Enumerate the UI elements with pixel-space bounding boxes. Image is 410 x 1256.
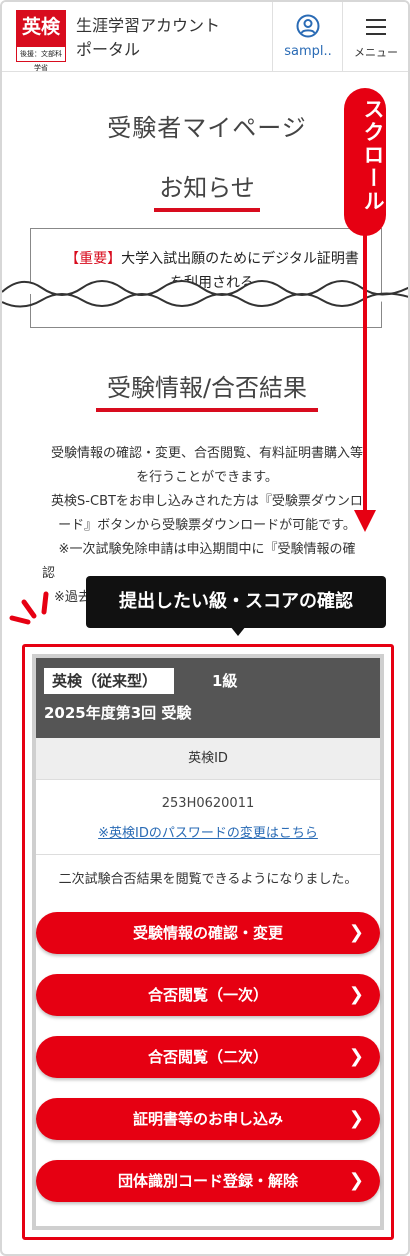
divider xyxy=(36,854,380,855)
exam-result-card: 英検（従来型） 1級 2025年度第3回 受験 英検ID 253H0620011… xyxy=(32,654,384,1230)
scroll-down-arrow-icon xyxy=(354,232,376,532)
certificate-application-button[interactable]: 証明書等のお申し込み ❯ xyxy=(36,1098,380,1140)
group-code-button[interactable]: 団体識別コード登録・解除 ❯ xyxy=(36,1160,380,1202)
torn-edge-divider xyxy=(2,280,408,308)
logo-subtext: 後援：文部科学省 xyxy=(16,46,66,72)
eiken-logo[interactable]: 英検 後援：文部科学省 xyxy=(16,10,66,72)
app-title-line2: ポータル xyxy=(76,40,141,59)
emphasis-burst-icon xyxy=(9,591,49,625)
exam-info-underline xyxy=(96,408,318,412)
button-label: 受験情報の確認・変更 xyxy=(132,924,283,942)
button-label: 合否閲覧（一次） xyxy=(147,986,268,1004)
chevron-right-icon: ❯ xyxy=(348,1170,364,1191)
chevron-right-icon: ❯ xyxy=(348,984,364,1005)
result-message: 二次試験合否結果を閲覧できるようになりました。 xyxy=(58,872,358,887)
button-label: 証明書等のお申し込み xyxy=(132,1110,283,1128)
exam-type-badge: 英検（従来型） xyxy=(44,668,174,694)
menu-button[interactable]: メニュー xyxy=(342,2,408,72)
user-account-button[interactable]: sampl.. xyxy=(272,2,342,72)
desc-line: ※一次試験免除申請は申込期間中に『受験情報の確 xyxy=(58,542,356,557)
user-icon xyxy=(296,14,320,38)
chevron-right-icon: ❯ xyxy=(348,922,364,943)
exam-session: 2025年度第3回 受験 xyxy=(44,704,192,722)
app-title-line1: 生涯学習アカウント xyxy=(76,16,221,35)
site-header: 英検 後援：文部科学省 生涯学習アカウント ポータル sampl.. メニュー xyxy=(2,2,408,72)
page-frame: 英検 後援：文部科学省 生涯学習アカウント ポータル sampl.. メニュー … xyxy=(0,0,410,1256)
chevron-right-icon: ❯ xyxy=(348,1046,364,1067)
user-name-label: sampl.. xyxy=(284,44,332,59)
hamburger-icon xyxy=(366,19,386,35)
button-label: 団体識別コード登録・解除 xyxy=(117,1172,298,1190)
button-label: 合否閲覧（二次） xyxy=(147,1048,268,1066)
eiken-id-label: 英検ID xyxy=(36,738,380,780)
callout-tail xyxy=(230,626,246,636)
first-stage-result-button[interactable]: 合否閲覧（一次） ❯ xyxy=(36,974,380,1016)
eiken-id-value: 253H0620011 xyxy=(161,796,255,811)
desc-line: を行うことができます。 xyxy=(136,470,278,485)
notices-underline xyxy=(154,208,260,212)
menu-label: メニュー xyxy=(354,46,398,59)
password-change-link[interactable]: ※英検IDのパスワードの変更はこちら xyxy=(36,822,380,841)
desc-line: 受験情報の確認・変更、合否閲覧、有料証明書購入等 xyxy=(50,446,363,461)
exam-grade: 1級 xyxy=(212,672,238,690)
exam-info-confirm-button[interactable]: 受験情報の確認・変更 ❯ xyxy=(36,912,380,954)
desc-line: 英検S-CBTをお申し込みされた方は『受験票ダウンロ xyxy=(51,494,363,509)
callout-tooltip: 提出したい級・スコアの確認 xyxy=(86,576,386,628)
exam-info-heading: 受験情報/合否結果 xyxy=(106,374,308,402)
scroll-label: スクロール xyxy=(361,98,385,213)
app-title: 生涯学習アカウント ポータル xyxy=(76,14,266,62)
second-stage-result-button[interactable]: 合否閲覧（二次） ❯ xyxy=(36,1036,380,1078)
logo-mark: 英検 xyxy=(21,16,60,38)
card-header: 英検（従来型） 1級 2025年度第3回 受験 xyxy=(36,658,380,738)
desc-line: ード』ボタンから受験票ダウンロードが可能です。 xyxy=(58,518,356,533)
chevron-right-icon: ❯ xyxy=(348,1108,364,1129)
